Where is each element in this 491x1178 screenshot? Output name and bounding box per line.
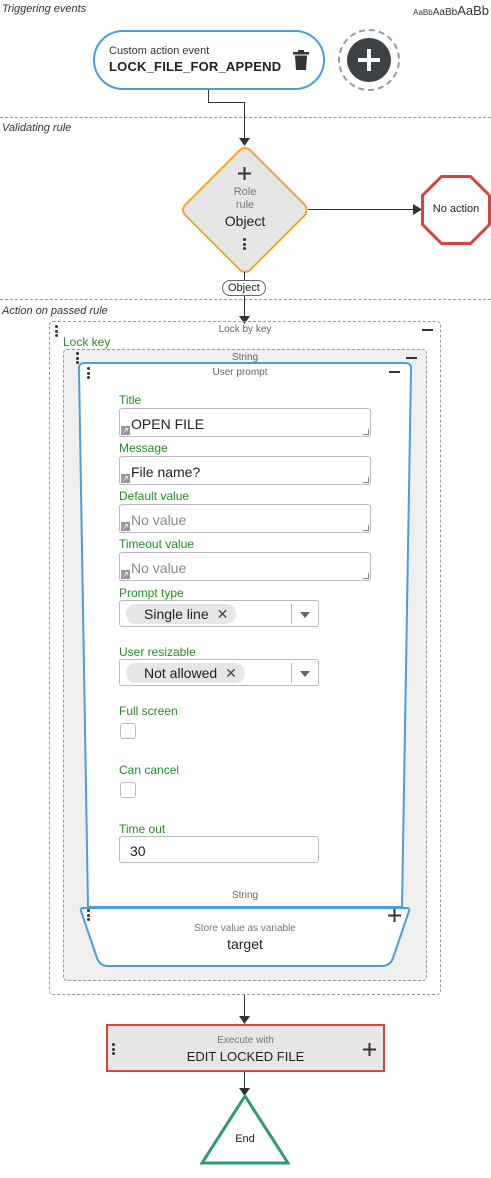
default-value-placeholder: No value [131, 512, 187, 528]
expand-icon[interactable]: ↗ [121, 474, 130, 483]
section-label-action: Action on passed rule [2, 305, 108, 317]
section-divider [0, 299, 491, 300]
title-label: Title [119, 393, 142, 407]
default-value-field[interactable]: No value ↗ [119, 504, 371, 533]
font-size-small[interactable]: AaBb [413, 8, 433, 17]
plus-icon[interactable] [388, 909, 401, 922]
chevron-down-icon[interactable] [300, 612, 310, 618]
section-label-triggering: Triggering events [2, 3, 87, 15]
timeout-value-field[interactable]: No value ↗ [119, 552, 371, 581]
end-node[interactable] [200, 1094, 290, 1166]
connector-type-label: Object [222, 280, 266, 296]
rule-type: Object [224, 213, 266, 229]
timeout-value-label: Timeout value [119, 537, 194, 551]
block-title: Lock by key [218, 324, 272, 335]
drag-handle[interactable] [243, 238, 247, 250]
plus-icon [358, 49, 380, 71]
variable-name: target [227, 936, 263, 952]
output-type-label: String [231, 890, 259, 901]
message-field[interactable]: File name? ↗ [119, 456, 371, 485]
chevron-down-icon[interactable] [300, 671, 310, 677]
time-out-value: 30 [130, 843, 146, 859]
plus-icon[interactable] [238, 167, 251, 180]
resize-handle[interactable] [363, 525, 369, 531]
title-field[interactable]: OPEN FILE ↗ [119, 408, 371, 437]
time-out-label: Time out [119, 822, 166, 836]
selected-chip: Single line ✕ [126, 604, 237, 624]
block-title: User prompt [212, 367, 268, 378]
trash-icon[interactable] [293, 50, 309, 70]
rule-label: Role [233, 186, 257, 198]
prompt-type-label: Prompt type [119, 586, 184, 600]
arrow-head [239, 1016, 250, 1024]
resize-handle[interactable] [363, 429, 369, 435]
font-size-medium[interactable]: AaBb [433, 7, 457, 18]
default-value-label: Default value [119, 489, 190, 503]
execute-subtitle: Execute with [217, 1035, 274, 1046]
message-value: File name? [131, 464, 201, 480]
user-resizable-select[interactable]: Not allowed ✕ [119, 659, 319, 686]
message-label: Message [119, 441, 168, 455]
resize-handle[interactable] [363, 477, 369, 483]
event-type-label: Custom action event [109, 45, 210, 57]
collapse-icon[interactable] [406, 357, 417, 359]
section-divider [0, 117, 491, 118]
custom-action-event-node[interactable]: Custom action event LOCK_FILE_FOR_APPEND [93, 30, 325, 90]
add-event-button[interactable] [338, 29, 400, 91]
section-label-validating: Validating rule [2, 122, 72, 134]
event-name: LOCK_FILE_FOR_APPEND [109, 59, 282, 74]
rule-label: rule [235, 199, 255, 211]
remove-icon[interactable]: ✕ [225, 665, 237, 681]
collapse-icon[interactable] [422, 329, 433, 331]
drag-handle[interactable] [87, 909, 91, 921]
prompt-type-select[interactable]: Single line ✕ [119, 600, 319, 627]
expand-icon[interactable]: ↗ [121, 522, 130, 531]
timeout-value-placeholder: No value [131, 560, 187, 576]
arrow-head [239, 138, 250, 146]
end-label: End [235, 1133, 255, 1145]
title-value: OPEN FILE [131, 416, 205, 432]
full-screen-label: Full screen [119, 704, 178, 718]
no-action-label: No action [432, 203, 480, 215]
collapse-icon[interactable] [389, 371, 400, 373]
resize-handle[interactable] [363, 573, 369, 579]
execute-name: EDIT LOCKED FILE [186, 1049, 305, 1064]
lock-key-label: Lock key [63, 335, 111, 349]
plus-icon[interactable] [363, 1043, 376, 1056]
expand-icon[interactable]: ↗ [121, 426, 130, 435]
selected-chip: Not allowed ✕ [126, 663, 245, 683]
full-screen-checkbox[interactable] [120, 723, 136, 739]
time-out-input[interactable]: 30 [119, 836, 319, 863]
font-size-large[interactable]: AaBb [457, 3, 489, 18]
expand-icon[interactable]: ↗ [121, 570, 130, 579]
user-resizable-label: User resizable [119, 645, 196, 659]
can-cancel-checkbox[interactable] [120, 782, 136, 798]
font-size-selector[interactable]: AaBbAaBbAaBb [413, 2, 489, 20]
remove-icon[interactable]: ✕ [217, 606, 229, 622]
execute-action-node[interactable]: Execute with EDIT LOCKED FILE [106, 1024, 385, 1072]
store-variable-subtitle: Store value as variable [194, 923, 296, 934]
can-cancel-label: Can cancel [119, 763, 180, 777]
